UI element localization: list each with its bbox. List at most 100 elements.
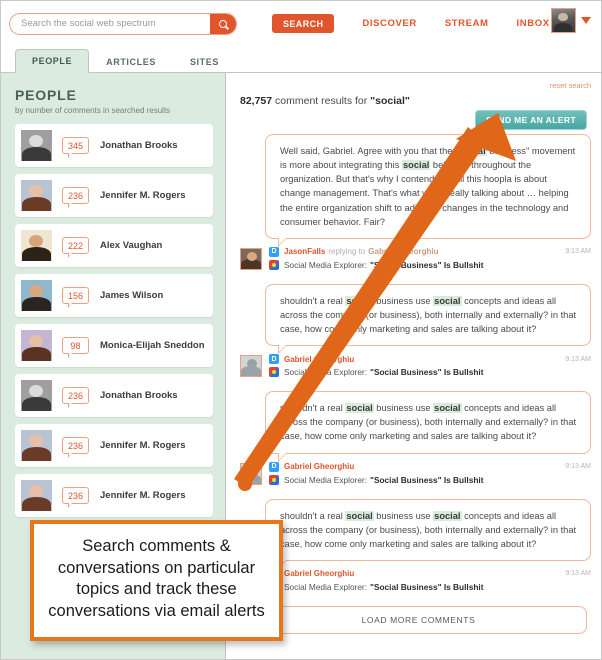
- person-row[interactable]: 156 James Wilson: [15, 274, 213, 317]
- search-term-highlight: social: [345, 295, 374, 306]
- comment-count-badge: 236: [62, 487, 89, 508]
- comment-text: shouldn't a real: [280, 403, 346, 414]
- comment-source-line[interactable]: Social Media Explorer: "Social Business" …: [269, 367, 591, 378]
- tab-articles[interactable]: ARTICLES: [89, 50, 173, 73]
- people-list: 345 Jonathan Brooks 236 Jennifer M. Rogers 2…: [15, 124, 213, 517]
- person-name: Jennifer M. Rogers: [100, 440, 186, 451]
- alert-row: SEND ME AN ALERT: [240, 110, 591, 134]
- user-menu[interactable]: [551, 8, 591, 33]
- comment-count-badge: 236: [62, 387, 89, 408]
- search-term-highlight: social: [433, 295, 462, 306]
- comment-source-line[interactable]: Social Media Explorer: "Social Business" …: [269, 474, 591, 485]
- search-input[interactable]: [10, 13, 210, 34]
- person-name: Jonathan Brooks: [100, 390, 178, 401]
- person-row[interactable]: 345 Jonathan Brooks: [15, 124, 213, 167]
- comment-count-badge: 222: [62, 237, 89, 258]
- source-article-title[interactable]: "Social Business" Is Bullshit: [370, 367, 483, 377]
- comment-source-line[interactable]: Social Media Explorer: "Social Business" …: [269, 581, 591, 592]
- nav-inbox-link[interactable]: INBOX: [517, 18, 550, 29]
- person-row[interactable]: 98 Monica-Elijah Sneddon: [15, 324, 213, 367]
- annotation-callout: Search comments & conversations on parti…: [30, 519, 283, 641]
- results-label: comment results for: [272, 95, 371, 107]
- comment-timestamp: 9:13 AM: [565, 355, 591, 363]
- search-box[interactable]: [9, 12, 237, 35]
- person-avatar: [21, 380, 52, 411]
- site-favicon-icon: [269, 474, 279, 485]
- person-row[interactable]: 222 Alex Vaughan: [15, 224, 213, 267]
- person-row[interactable]: 236 Jennifer M. Rogers: [15, 474, 213, 517]
- person-row[interactable]: 236 Jennifer M. Rogers: [15, 174, 213, 217]
- comment-list: Well said, Gabriel. Agree with you that …: [240, 134, 591, 592]
- nav-discover-link[interactable]: DISCOVER: [362, 18, 416, 29]
- nav-stream-link[interactable]: STREAM: [445, 18, 489, 29]
- comment-author-line: DGabriel Gheorghiu9:13 AM: [269, 461, 591, 472]
- comment-meta: D Gabriel Gheorghiu 9:13 AM Social Media Ex…: [240, 354, 591, 378]
- person-name: James Wilson: [100, 290, 164, 301]
- person-avatar: [21, 180, 52, 211]
- search-icon: [219, 19, 227, 28]
- send-me-an-alert-button[interactable]: SEND ME AN ALERT: [475, 110, 587, 130]
- disqus-icon: D: [269, 354, 279, 365]
- source-article-title[interactable]: "Social Business" Is Bullshit: [370, 260, 483, 270]
- comment-author[interactable]: Gabriel Gheorghiu: [284, 569, 354, 578]
- comment-meta: D Gabriel Gheorghiu 9:13 AM Social Media Ex…: [240, 461, 591, 485]
- comment-item: shouldn't a real social business use soc…: [240, 283, 591, 378]
- search-term-highlight: social: [345, 403, 374, 414]
- comment-meta: D JasonFalls replying to Gabriel Gheorghiu 9…: [240, 246, 591, 270]
- comment-text: business use: [373, 295, 434, 306]
- comment-author[interactable]: Gabriel Gheorghiu: [284, 355, 354, 364]
- results-count: 82,757: [240, 95, 273, 107]
- comment-text: business use: [373, 403, 434, 414]
- search-term-highlight: social: [345, 510, 374, 521]
- reply-target[interactable]: Gabriel Gheorghiu: [368, 247, 438, 256]
- search-term-highlight: social: [401, 160, 431, 171]
- search-term-highlight: social: [433, 403, 462, 414]
- site-favicon-icon: [269, 367, 279, 378]
- comment-author-line: DGabriel Gheorghiu9:13 AM: [269, 568, 591, 579]
- comment-body: shouldn't a real social business use soc…: [265, 283, 591, 355]
- tab-bar: PEOPLE ARTICLES SITES: [1, 46, 601, 73]
- source-article-title[interactable]: "Social Business" Is Bullshit: [370, 475, 483, 485]
- person-name: Monica-Elijah Sneddon: [100, 340, 205, 351]
- comment-meta-text: D JasonFalls replying to Gabriel Gheorghiu 9…: [269, 246, 591, 270]
- search-term-highlight: social: [458, 146, 487, 156]
- reset-search-link[interactable]: reset search: [240, 81, 591, 90]
- person-avatar: [21, 130, 52, 161]
- person-row[interactable]: 236 Jennifer M. Rogers: [15, 424, 213, 467]
- comment-author[interactable]: JasonFalls: [284, 247, 325, 256]
- person-name: Jennifer M. Rogers: [100, 490, 186, 501]
- comment-body: Well said, Gabriel. Agree with you that …: [265, 134, 591, 247]
- sidebar-subtitle: by number of comments in searched result…: [15, 106, 171, 115]
- avatar[interactable]: [551, 8, 576, 33]
- comment-item: shouldn't a real social business use soc…: [240, 498, 591, 592]
- main-nav: SEARCH DISCOVER STREAM INBOX: [272, 14, 550, 33]
- source-site-name: Social Media Explorer:: [284, 259, 368, 270]
- comment-count-badge: 236: [62, 187, 89, 208]
- comment-meta-text: D Gabriel Gheorghiu 9:13 AM Social Media Ex…: [269, 461, 591, 485]
- search-submit-button[interactable]: [210, 13, 236, 34]
- nav-search-button[interactable]: SEARCH: [272, 14, 335, 33]
- sidebar-title: PEOPLE: [15, 87, 77, 103]
- comment-item: shouldn't a real social business use soc…: [240, 391, 591, 485]
- comment-author[interactable]: Gabriel Gheorghiu: [284, 462, 354, 471]
- load-more-comments-button[interactable]: LOAD MORE COMMENTS: [250, 605, 587, 634]
- chevron-down-icon[interactable]: [581, 17, 591, 24]
- comment-count-badge: 98: [62, 337, 89, 358]
- comment-text: shouldn't a real: [280, 510, 346, 521]
- tab-sites[interactable]: SITES: [173, 50, 236, 73]
- comment-source-line[interactable]: Social Media Explorer: "Social Business" …: [269, 259, 591, 270]
- comment-meta-text: D Gabriel Gheorghiu 9:13 AM Social Media Ex…: [269, 354, 591, 378]
- tab-people[interactable]: PEOPLE: [15, 49, 90, 73]
- search-term-highlight: social: [433, 510, 462, 521]
- source-article-title[interactable]: "Social Business" Is Bullshit: [370, 582, 483, 592]
- person-row[interactable]: 236 Jonathan Brooks: [15, 374, 213, 417]
- comment-body: shouldn't a real social business use soc…: [265, 391, 591, 462]
- site-favicon-icon: [269, 259, 279, 270]
- comment-author-line: D Gabriel Gheorghiu 9:13 AM: [269, 354, 591, 365]
- comment-timestamp: 9:13 AM: [565, 570, 591, 578]
- comment-count-badge: 156: [62, 287, 89, 308]
- top-bar: SEARCH DISCOVER STREAM INBOX: [1, 1, 601, 46]
- comment-text: shouldn't a real: [280, 295, 346, 306]
- comment-item: Well said, Gabriel. Agree with you that …: [240, 134, 591, 270]
- person-avatar: [21, 230, 52, 261]
